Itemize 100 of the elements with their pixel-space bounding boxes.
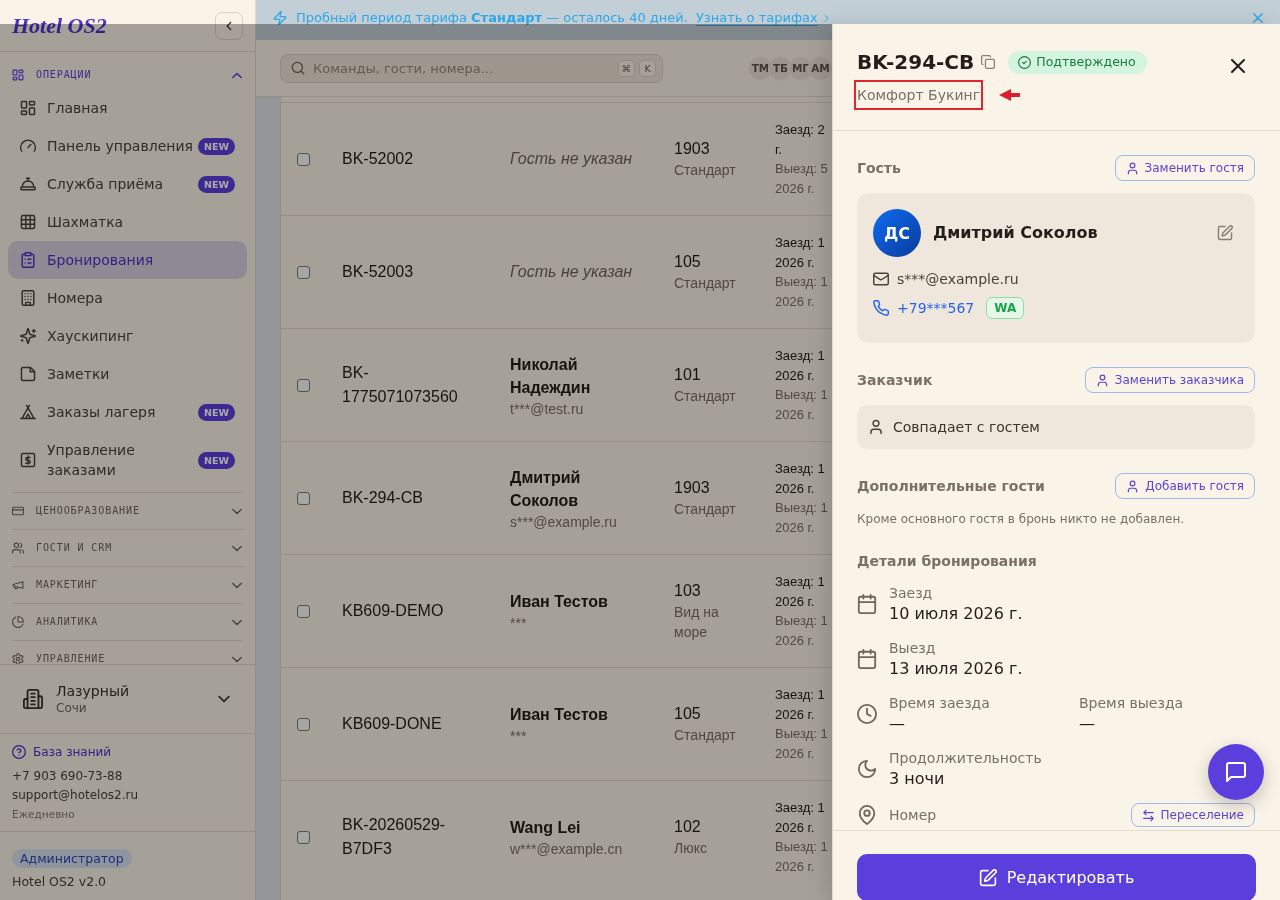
guest-name: Дмитрий Соколов bbox=[510, 467, 582, 511]
checkout-date: Выезд: 1 bbox=[775, 273, 828, 291]
row-checkbox[interactable] bbox=[297, 830, 310, 844]
new-badge: NEW bbox=[198, 137, 235, 155]
relocate-button[interactable]: Переселение bbox=[1130, 803, 1255, 827]
checkout-date: Выезд: 5 bbox=[775, 160, 828, 178]
guest-name: Гость не указан bbox=[510, 262, 633, 283]
detail-label: Номер bbox=[889, 806, 938, 825]
building-icon bbox=[20, 290, 36, 306]
checkout-date: Выезд: 1 bbox=[775, 725, 828, 743]
pie-chart-icon bbox=[12, 616, 24, 628]
checkout-date: Выезд: 1 bbox=[775, 838, 828, 856]
nav-item[interactable]: Заметки bbox=[8, 355, 247, 393]
row-checkbox[interactable] bbox=[297, 491, 310, 505]
moon-icon bbox=[857, 759, 877, 779]
checkin-date: г. bbox=[775, 140, 782, 159]
edit-icon[interactable] bbox=[1217, 225, 1233, 241]
mail-icon bbox=[873, 271, 889, 287]
lightning-icon bbox=[273, 11, 287, 25]
tent-icon bbox=[20, 404, 36, 420]
booking-id: KB609-DEMO bbox=[342, 601, 445, 621]
sparkles-icon bbox=[20, 328, 36, 344]
nav-section[interactable]: ГОСТИ И CRM bbox=[12, 530, 243, 566]
section-title: Дополнительные гости bbox=[857, 477, 1045, 496]
nav-item[interactable]: Управление заказами NEW bbox=[8, 431, 247, 489]
customer-text: Совпадает с гостем bbox=[893, 418, 1040, 436]
room-number: 1903 bbox=[674, 478, 710, 498]
support-phone: +7 903 690-73-88 bbox=[12, 768, 123, 785]
check-circle-icon bbox=[1018, 55, 1032, 69]
section-title: Детали бронирования bbox=[857, 553, 1037, 569]
layout-grid-icon bbox=[12, 69, 24, 81]
replace-guest-button[interactable]: Заменить гостя bbox=[1114, 155, 1255, 181]
checkin-date: 2026 г. bbox=[775, 253, 815, 272]
clipboard-icon bbox=[20, 252, 36, 268]
checkout-date: 2026 г. bbox=[775, 857, 815, 876]
nav-item[interactable]: Служба приёма NEW bbox=[8, 165, 247, 203]
guest-name: Дмитрий Соколов bbox=[933, 222, 1099, 244]
nav-item[interactable]: Бронирования bbox=[8, 241, 247, 279]
property-selector[interactable]: Лазурный Сочи bbox=[12, 674, 243, 724]
row-checkbox[interactable] bbox=[297, 152, 310, 166]
calendar-icon bbox=[857, 649, 877, 669]
detail-label: Продолжительность bbox=[889, 749, 1042, 768]
add-guest-button[interactable]: Добавить гостя bbox=[1115, 473, 1255, 499]
nav-item[interactable]: Номера bbox=[8, 279, 247, 317]
nav-item[interactable]: Панель управления NEW bbox=[8, 127, 247, 165]
megaphone-icon bbox=[12, 579, 24, 591]
close-icon[interactable] bbox=[1231, 59, 1245, 73]
team-avatar: АМ bbox=[808, 55, 833, 81]
nav-section[interactable]: ОПЕРАЦИИ bbox=[8, 63, 247, 87]
row-checkbox[interactable] bbox=[297, 378, 310, 392]
nav-section[interactable]: УПРАВЛЕНИЕ bbox=[12, 641, 243, 664]
knowledge-base-link[interactable]: База знаний bbox=[12, 742, 112, 762]
room-type: Стандарт bbox=[674, 387, 736, 406]
chevron-right-icon bbox=[823, 13, 829, 23]
user-icon bbox=[1095, 373, 1109, 387]
detail-value: 10 июля 2026 г. bbox=[889, 603, 1023, 625]
row-checkbox[interactable] bbox=[297, 265, 310, 279]
checkin-date: 2026 г. bbox=[775, 705, 815, 724]
pointer-arrow-icon bbox=[999, 89, 1021, 101]
checkout-date: Выезд: 1 bbox=[775, 499, 828, 517]
new-badge: NEW bbox=[198, 451, 235, 469]
settings-icon bbox=[12, 653, 24, 664]
detail-label: Заезд bbox=[889, 584, 933, 603]
note-icon bbox=[20, 366, 36, 382]
guest-contact: s***@example.ru bbox=[510, 512, 617, 531]
booking-id: BK-52003 bbox=[342, 262, 415, 282]
nav-section[interactable]: АНАЛИТИКА bbox=[12, 604, 243, 640]
guest-phone[interactable]: +79***567 bbox=[897, 300, 975, 316]
edit-button[interactable]: Редактировать bbox=[857, 854, 1256, 900]
collapse-button[interactable] bbox=[215, 11, 243, 40]
nav-item[interactable]: Главная bbox=[8, 89, 247, 127]
nav-item[interactable]: Шахматка bbox=[8, 203, 247, 241]
replace-customer-button[interactable]: Заменить заказчика bbox=[1084, 367, 1255, 393]
nav-section[interactable]: ЦЕНООБРАЗОВАНИЕ bbox=[12, 493, 243, 529]
booking-id: BK-1775071073560 bbox=[342, 363, 459, 407]
booking-title: BK-294-CB bbox=[857, 49, 975, 76]
detail-label: Время заезда bbox=[889, 694, 990, 713]
row-checkbox[interactable] bbox=[297, 604, 310, 618]
room-number: 103 bbox=[674, 581, 701, 601]
nav-item[interactable]: Заказы лагеря NEW bbox=[8, 393, 247, 431]
row-checkbox[interactable] bbox=[297, 717, 310, 731]
messenger-badge[interactable]: WA bbox=[986, 297, 1025, 319]
guest-name: Wang Lei bbox=[510, 818, 581, 839]
table-grid-icon bbox=[20, 214, 36, 230]
room-type: Стандарт bbox=[674, 274, 736, 293]
nav-item[interactable]: Хаускипинг bbox=[8, 317, 247, 355]
banner-text: Пробный период тарифа Стандарт — осталось 40 дней. bbox=[296, 9, 688, 27]
nav-section[interactable]: МАРКЕТИНГ bbox=[12, 567, 243, 603]
new-badge: NEW bbox=[198, 403, 235, 421]
checkin-date: 2026 г. bbox=[775, 818, 815, 837]
detail-label: Выезд bbox=[889, 639, 936, 658]
booking-id: BK-20260529-B7DF3 bbox=[342, 815, 447, 859]
booking-id: BK-294-CB bbox=[342, 488, 424, 508]
guest-name: Иван Тестов bbox=[510, 705, 608, 726]
checkin-date: Заезд: 1 bbox=[775, 234, 825, 252]
guest-avatar: ДС bbox=[873, 209, 921, 257]
copy-icon[interactable] bbox=[981, 55, 996, 69]
checkout-date: 2026 г. bbox=[775, 631, 815, 650]
room-number: 101 bbox=[674, 365, 701, 385]
detail-value: — bbox=[889, 713, 905, 735]
